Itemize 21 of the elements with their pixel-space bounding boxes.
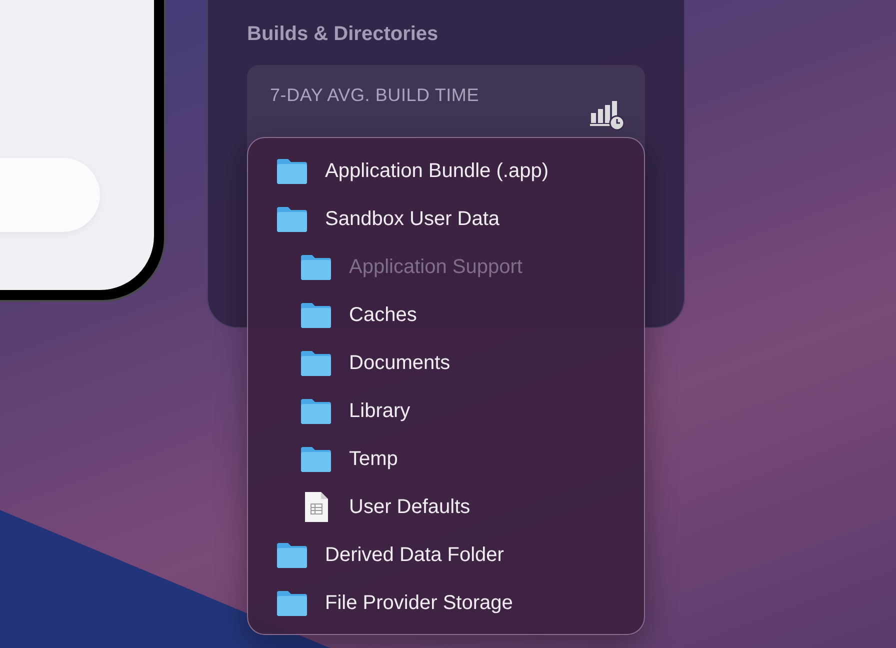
menu-item[interactable]: Library	[248, 387, 422, 435]
menu-item[interactable]: Temp	[248, 435, 410, 483]
menu-item[interactable]: Caches	[248, 291, 429, 339]
menu-item[interactable]: User Defaults	[248, 483, 482, 531]
folder-icon	[299, 301, 333, 329]
section-title: Builds & Directories	[247, 23, 438, 46]
folder-icon	[275, 157, 309, 185]
menu-item[interactable]: Derived Data Folder	[248, 531, 516, 579]
menu-item[interactable]: File Provider Storage	[248, 579, 525, 627]
folder-icon	[299, 253, 333, 281]
card-label: 7-DAY AVG. BUILD TIME	[270, 85, 480, 106]
folder-icon	[299, 349, 333, 377]
menu-item[interactable]: Application Bundle (.app)	[248, 147, 560, 195]
folder-icon	[299, 397, 333, 425]
folder-icon	[275, 589, 309, 617]
menu-item[interactable]: Documents	[248, 339, 462, 387]
chart-clock-icon	[589, 101, 625, 131]
folder-icon	[275, 205, 309, 233]
menu-item[interactable]: Sandbox User Data	[248, 195, 512, 243]
folder-icon	[275, 541, 309, 569]
folder-icon	[299, 445, 333, 473]
